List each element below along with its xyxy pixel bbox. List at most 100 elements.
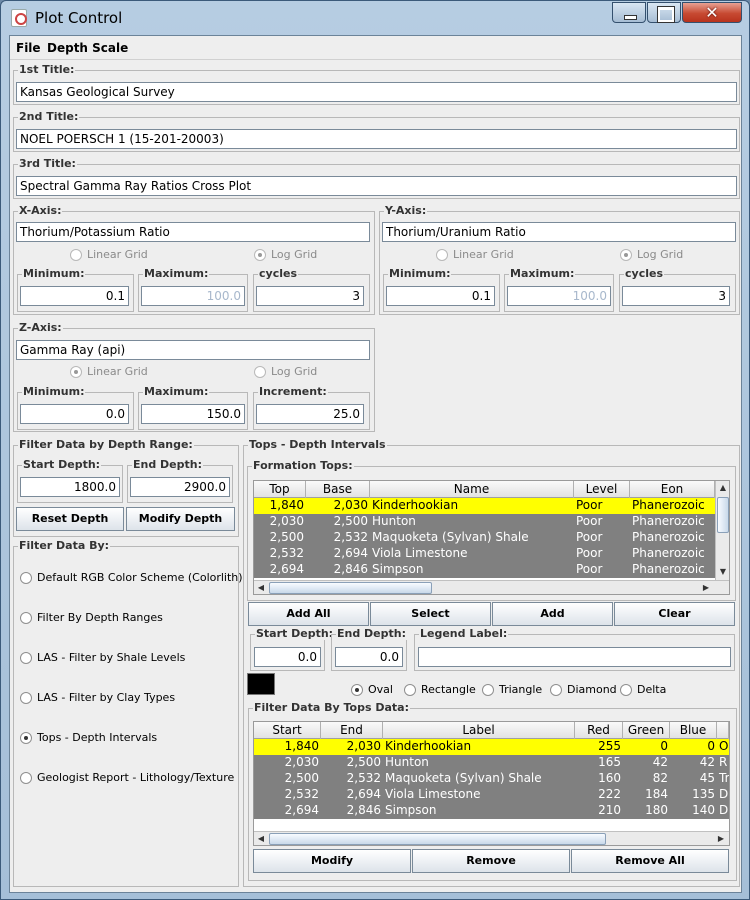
scroll-thumb[interactable] xyxy=(717,497,729,533)
table-row[interactable]: 2,532 2,694 Viola Limestone Poor Phanero… xyxy=(254,546,715,562)
x-minimum-input[interactable]: 0.1 xyxy=(20,286,129,306)
second-title-label: 2nd Title: xyxy=(18,110,80,123)
column-header-name[interactable]: Name xyxy=(370,481,574,498)
third-title-input[interactable]: Spectral Gamma Ray Ratios Cross Plot xyxy=(16,176,737,196)
column-header-start[interactable]: Start xyxy=(254,722,321,739)
filter-tops-data-group: Filter Data By Tops Data: Start End Labe… xyxy=(248,701,737,881)
scroll-up-icon[interactable]: ▲ xyxy=(716,481,729,495)
reset-depth-button[interactable]: Reset Depth xyxy=(16,507,124,531)
remove-all-button[interactable]: Remove All xyxy=(571,849,729,873)
filter-horizontal-scrollbar[interactable]: ◀ ▶ xyxy=(254,831,729,845)
table-row[interactable]: 2,030 2,500 Hunton 165 42 42 R xyxy=(254,755,729,771)
scroll-left-icon[interactable]: ◀ xyxy=(254,581,268,594)
second-title-input[interactable]: NOEL POERSCH 1 (15-201-20003) xyxy=(16,129,737,149)
scroll-thumb[interactable] xyxy=(269,582,432,594)
select-button[interactable]: Select xyxy=(370,602,491,626)
remove-button[interactable]: Remove xyxy=(412,849,570,873)
radio-selected-icon xyxy=(351,684,363,696)
filter-data-by-label: Filter Data By: xyxy=(18,539,111,552)
end-depth-group: End Depth: 2900.0 xyxy=(127,458,233,503)
formation-tops-group: Formation Tops: Top Base Name Level Eon … xyxy=(247,459,736,601)
color-swatch[interactable] xyxy=(247,673,275,695)
tops-start-depth-input[interactable]: 0.0 xyxy=(254,647,321,667)
client-area: File Depth Scale 1st Title: Kansas Geolo… xyxy=(9,35,742,893)
formation-vertical-scrollbar[interactable]: ▲ ▼ xyxy=(715,481,729,580)
z-maximum-group: Maximum: 150.0 xyxy=(138,385,248,430)
scroll-right-icon[interactable]: ▶ xyxy=(714,832,728,845)
scroll-left-icon[interactable]: ◀ xyxy=(254,832,268,845)
tops-depth-intervals-label: Tops - Depth Intervals xyxy=(248,438,387,451)
y-cycles-input[interactable]: 3 xyxy=(622,286,730,306)
z-increment-input[interactable]: 25.0 xyxy=(256,404,364,424)
column-header-level[interactable]: Level xyxy=(574,481,630,498)
formation-horizontal-scrollbar[interactable]: ◀ ▶ xyxy=(254,580,729,594)
z-maximum-input[interactable]: 150.0 xyxy=(141,404,245,424)
formation-tops-label: Formation Tops: xyxy=(252,459,354,472)
menu-file[interactable]: File xyxy=(16,41,41,55)
x-cycles-input[interactable]: 3 xyxy=(256,286,364,306)
start-depth-input[interactable]: 1800.0 xyxy=(20,477,120,497)
clear-button[interactable]: Clear xyxy=(614,602,735,626)
add-all-button[interactable]: Add All xyxy=(248,602,369,626)
z-increment-group: Increment: 25.0 xyxy=(253,385,370,430)
start-depth-group: Start Depth: 1800.0 xyxy=(17,458,123,503)
scroll-thumb[interactable] xyxy=(269,833,606,845)
title-bar[interactable]: Plot Control ✕ xyxy=(1,1,749,35)
y-maximum-input[interactable]: 100.0 xyxy=(507,286,611,306)
end-depth-input[interactable]: 2900.0 xyxy=(130,477,230,497)
column-header-eon[interactable]: Eon xyxy=(630,481,715,498)
close-button[interactable]: ✕ xyxy=(682,2,742,23)
z-minimum-input[interactable]: 0.0 xyxy=(20,404,129,424)
table-row[interactable]: 2,694 2,846 Simpson 210 180 140 D xyxy=(254,803,729,819)
column-header-red[interactable]: Red xyxy=(575,722,623,739)
column-header-blue[interactable]: Blue xyxy=(670,722,717,739)
modify-button[interactable]: Modify xyxy=(253,849,411,873)
table-row[interactable]: 2,030 2,500 Hunton Poor Phanerozoic xyxy=(254,514,715,530)
table-row[interactable]: 2,500 2,532 Maquoketa (Sylvan) Shale Poo… xyxy=(254,530,715,546)
x-maximum-input[interactable]: 100.0 xyxy=(141,286,245,306)
y-maximum-group: Maximum: 100.0 xyxy=(504,267,614,312)
y-axis-group: Y-Axis: Thorium/Uranium Ratio Linear Gri… xyxy=(379,204,740,315)
add-button[interactable]: Add xyxy=(492,602,613,626)
menu-depth-scale[interactable]: Depth Scale xyxy=(47,41,128,55)
legend-label-input[interactable] xyxy=(418,647,731,667)
scroll-right-icon[interactable]: ▶ xyxy=(699,581,713,594)
maximize-button[interactable] xyxy=(647,2,681,23)
table-row[interactable]: 1,840 2,030 Kinderhookian 255 0 0 Ov xyxy=(254,739,729,755)
scroll-down-icon[interactable]: ▼ xyxy=(716,565,729,579)
table-row[interactable]: 2,500 2,532 Maquoketa (Sylvan) Shale 160… xyxy=(254,771,729,787)
first-title-input[interactable]: Kansas Geological Survey xyxy=(16,82,737,102)
column-header-top[interactable]: Top xyxy=(254,481,306,498)
z-axis-label: Z-Axis: xyxy=(18,321,63,334)
x-minimum-group: Minimum: 0.1 xyxy=(17,267,134,312)
formation-tops-table[interactable]: Top Base Name Level Eon 1,840 2,030 Kind… xyxy=(253,480,730,595)
radio-icon xyxy=(550,684,562,696)
minimize-button[interactable] xyxy=(612,2,646,23)
z-axis-title-input[interactable]: Gamma Ray (api) xyxy=(16,340,370,360)
filter-tops-data-table[interactable]: Start End Label Red Green Blue 1,840 2,0… xyxy=(253,721,730,846)
z-minimum-group: Minimum: 0.0 xyxy=(17,385,134,430)
column-header-base[interactable]: Base xyxy=(306,481,370,498)
y-axis-title-input[interactable]: Thorium/Uranium Ratio xyxy=(382,222,736,242)
second-title-group: 2nd Title: NOEL POERSCH 1 (15-201-20003) xyxy=(13,110,740,152)
x-axis-title-input[interactable]: Thorium/Potassium Ratio xyxy=(16,222,370,242)
x-axis-group: X-Axis: Thorium/Potassium Ratio Linear G… xyxy=(13,204,375,315)
y-minimum-input[interactable]: 0.1 xyxy=(386,286,495,306)
column-header-end[interactable]: End xyxy=(321,722,383,739)
z-axis-group: Z-Axis: Gamma Ray (api) Linear Grid Log … xyxy=(13,321,375,432)
table-row[interactable]: 2,532 2,694 Viola Limestone 222 184 135 … xyxy=(254,787,729,803)
table-row[interactable]: 1,840 2,030 Kinderhookian Poor Phanerozo… xyxy=(254,498,715,514)
x-cycles-group: cycles 3 xyxy=(253,267,370,312)
radio-icon xyxy=(20,572,32,584)
radio-icon xyxy=(20,652,32,664)
radio-icon xyxy=(404,684,416,696)
tops-end-depth-input[interactable]: 0.0 xyxy=(335,647,403,667)
column-header-label[interactable]: Label xyxy=(383,722,575,739)
column-header-green[interactable]: Green xyxy=(623,722,670,739)
y-cycles-group: cycles 3 xyxy=(619,267,736,312)
x-maximum-group: Maximum: 100.0 xyxy=(138,267,248,312)
tops-start-depth-group: Start Depth: 0.0 xyxy=(250,627,335,671)
modify-depth-button[interactable]: Modify Depth xyxy=(126,507,235,531)
table-row[interactable]: 2,694 2,846 Simpson Poor Phanerozoic xyxy=(254,562,715,578)
column-header-shape[interactable] xyxy=(717,722,729,739)
